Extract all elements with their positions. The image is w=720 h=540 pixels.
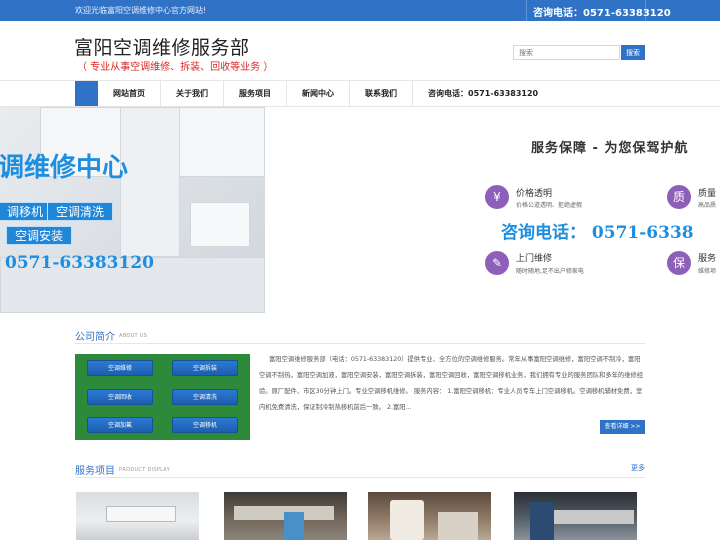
service-icon: 保	[667, 251, 691, 275]
banner-title: 调维修中心	[0, 153, 129, 183]
top-phone-box: 咨询电话：0571-63383120	[526, 0, 671, 21]
banner-tag-install: 空调安装	[6, 226, 73, 245]
feature-title-quality: 质量	[698, 189, 717, 199]
img-btn-label: 空调拆装	[192, 365, 217, 372]
img-btn-disassemble: 空调拆装	[172, 360, 238, 376]
nav-item-phone[interactable]: 咨询电话：0571-63383120	[413, 81, 553, 106]
img-btn-label: 空调移机	[192, 422, 217, 429]
repair-icon: ✎	[485, 251, 509, 275]
feature-title-repair: 上门维修	[516, 254, 553, 264]
ac-unit-shape	[106, 506, 176, 522]
services-section-divider	[75, 477, 645, 478]
price-icon: ¥	[485, 185, 509, 209]
nav-item-about[interactable]: 关于我们	[161, 81, 224, 106]
search-input[interactable]	[513, 45, 620, 60]
quality-icon: 质	[667, 185, 691, 209]
feature-title-price: 价格透明	[516, 189, 553, 199]
worker-shape	[284, 512, 304, 540]
site-subtitle: （ 专业从事空调维修、拆装、回收等业务 ）	[77, 62, 274, 73]
service-thumb-2[interactable]	[224, 492, 347, 540]
img-btn-label: 空调回收	[107, 394, 132, 401]
worker-shape	[530, 502, 554, 540]
img-btn-recycle: 空调回收	[87, 389, 153, 405]
side-cabinet	[190, 202, 250, 247]
banner-phone: 0571-63383120	[5, 253, 154, 273]
services-more-link[interactable]: 更多	[631, 463, 645, 473]
welcome-text: 欢迎光临富阳空调维修中心官方网站!	[75, 6, 207, 15]
nav-item-services[interactable]: 服务项目	[224, 81, 287, 106]
search-button[interactable]: 搜索	[621, 45, 645, 60]
service-guarantee-title: 服务保障 - 为您保驾护航	[531, 141, 689, 156]
company-intro-paragraph: 富阳空调维修服务部（电话：0571-63383120）提供专业、全方位的空调维修…	[259, 356, 644, 411]
banner-tag-move: 调移机	[0, 202, 53, 221]
feature-title-service: 服务	[698, 254, 717, 264]
feature-desc-quality: 高品质	[698, 202, 717, 209]
service-thumb-3[interactable]	[368, 492, 491, 540]
feature-desc-repair: 随时随地,足不出户修家电	[516, 268, 584, 275]
hero-banner[interactable]: 调维修中心 调移机 空调清洗 空调安装 0571-63383120 服务保障 -…	[0, 107, 720, 313]
tall-cabinet	[120, 107, 180, 257]
img-btn-label: 空调加氟	[107, 422, 132, 429]
company-intro-text: 富阳空调维修服务部（电话：0571-63383120）提供专业、全方位的空调维修…	[259, 352, 645, 416]
img-btn-label: 空调维修	[107, 365, 132, 372]
img-btn-relocate: 空调移机	[172, 417, 238, 433]
banner-consult-phone: 咨询电话： 0571-6338	[501, 223, 694, 243]
top-bar: 欢迎光临富阳空调维修中心官方网站! 咨询电话：0571-63383120	[0, 0, 720, 21]
services-title: 服务项目	[75, 466, 115, 477]
top-phone: 咨询电话：0571-63383120	[533, 8, 671, 19]
company-intro-subtitle: ABOUT US	[119, 333, 148, 339]
nav-accent-block	[75, 81, 98, 106]
nav-item-home[interactable]: 网站首页	[98, 81, 161, 106]
main-nav: 网站首页 关于我们 服务项目 新闻中心 联系我们 咨询电话：0571-63383…	[75, 81, 553, 106]
banner-tag-clean: 空调清洗	[47, 202, 114, 221]
services-subtitle: PRODUCT DISPLAY	[119, 467, 171, 473]
site-title[interactable]: 富阳空调维修服务部	[74, 33, 250, 60]
ac-unit-shape	[554, 510, 634, 524]
img-btn-refill: 空调加氟	[87, 417, 153, 433]
img-btn-repair: 空调维修	[87, 360, 153, 376]
company-intro-title: 公司简介	[75, 332, 115, 343]
ac-unit-shape	[390, 500, 424, 540]
feature-desc-price: 价格公道透明、拒绝虚假	[516, 202, 583, 209]
service-thumb-4[interactable]	[514, 492, 637, 540]
img-btn-label: 空调清洗	[192, 394, 217, 401]
company-intro-image[interactable]: 空调维修 空调拆装 空调回收 空调清洗 空调加氟 空调移机	[75, 354, 250, 440]
feature-desc-service: 维修项	[698, 268, 717, 275]
img-btn-clean: 空调清洗	[172, 389, 238, 405]
nav-item-contact[interactable]: 联系我们	[350, 81, 413, 106]
company-section-divider	[75, 343, 645, 344]
view-details-button[interactable]: 查看详细 >>	[600, 420, 645, 434]
box-shape	[438, 512, 478, 540]
service-thumb-1[interactable]	[76, 492, 199, 540]
nav-item-news[interactable]: 新闻中心	[287, 81, 350, 106]
